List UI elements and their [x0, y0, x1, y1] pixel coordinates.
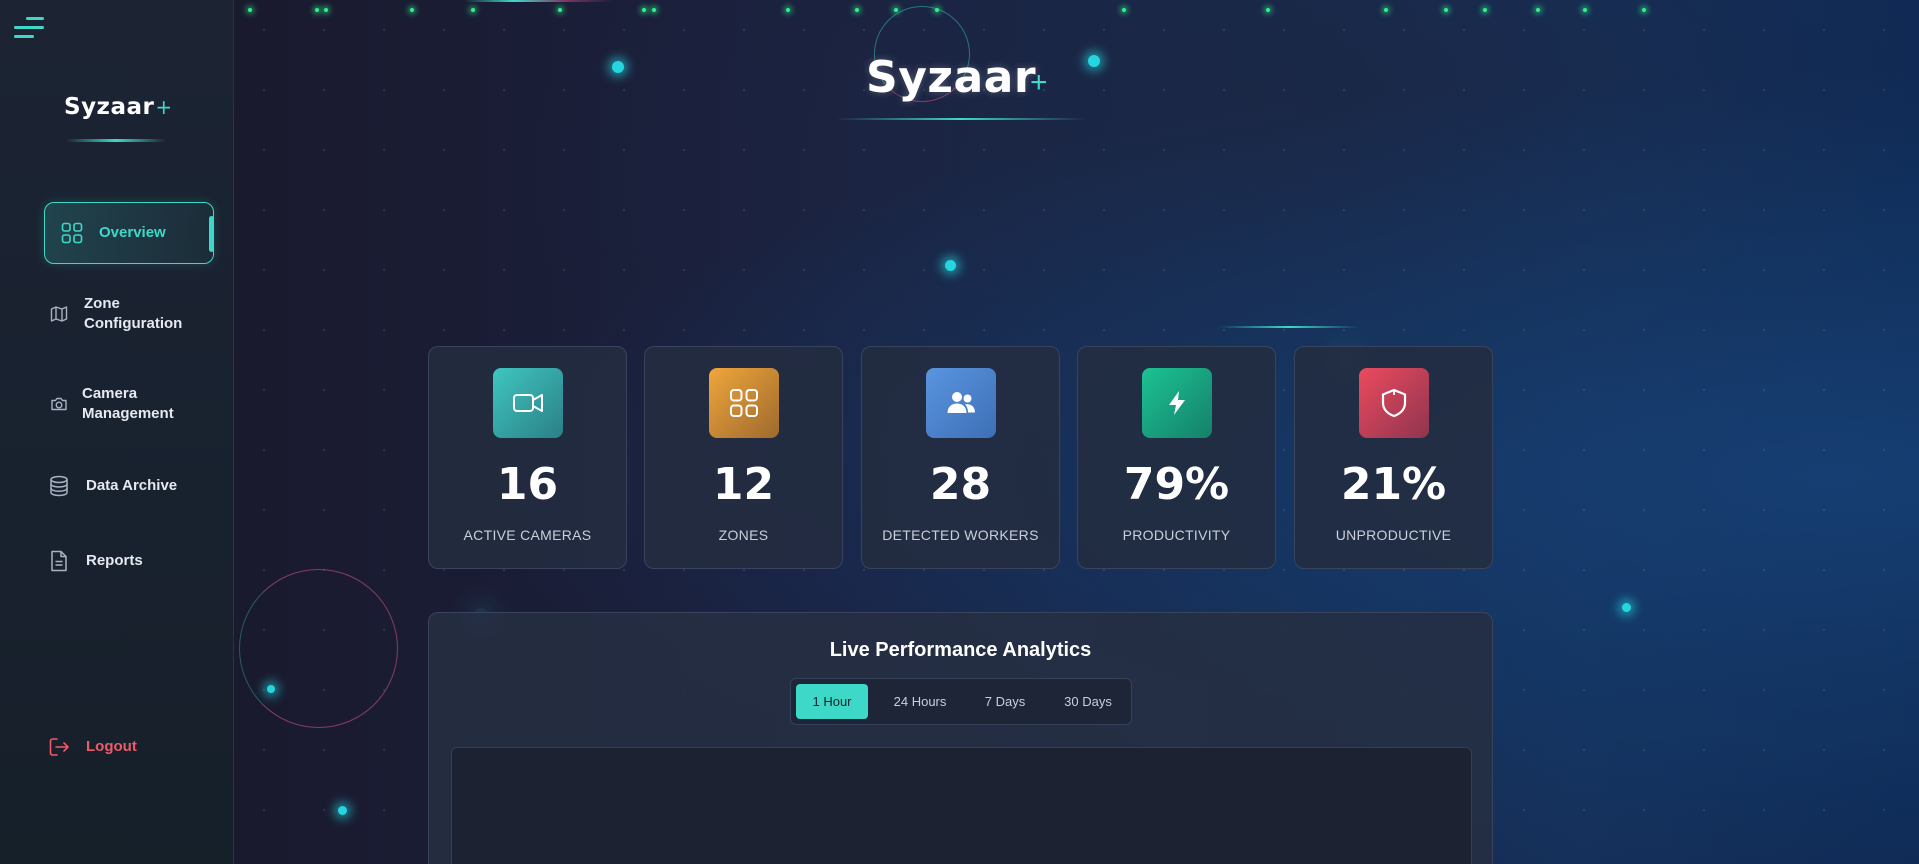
brand-plus-icon: +: [1030, 66, 1048, 99]
stat-value: 21%: [1340, 459, 1447, 510]
logout-button[interactable]: Logout: [48, 736, 218, 758]
decorative-dot: [558, 8, 562, 12]
sidebar-item-label: Zone Configuration: [84, 295, 183, 332]
stat-card-zones: 12 ZONES: [644, 346, 843, 569]
sidebar: Syzaar+ Overview Zone Configuration Came…: [0, 0, 234, 864]
decorative-dot: [1122, 8, 1126, 12]
stat-value: 16: [496, 459, 559, 510]
decorative-streak: [464, 0, 614, 2]
decorative-streak: [1219, 326, 1359, 328]
stat-card-productivity: 79% PRODUCTIVITY: [1077, 346, 1276, 569]
database-icon: [48, 475, 70, 497]
panel-title: Live Performance Analytics: [829, 639, 1092, 661]
decorative-dot: [1536, 8, 1540, 12]
sidebar-logo-text: Syzaar: [64, 94, 155, 120]
decorative-glow-dot: [1622, 603, 1631, 612]
sidebar-logo-underline: [66, 139, 166, 142]
hamburger-menu-icon[interactable]: [14, 16, 44, 40]
active-indicator: [209, 216, 214, 252]
stat-value: 79%: [1123, 459, 1230, 510]
sidebar-logo-plus: +: [155, 95, 173, 119]
logout-label: Logout: [86, 738, 137, 755]
stat-label: PRODUCTIVITY: [1122, 527, 1231, 543]
grid-icon: [709, 368, 779, 438]
camera-icon: [48, 393, 70, 415]
brand-title: Syzaar: [866, 52, 1037, 103]
lightning-icon: [1142, 368, 1212, 438]
tab-7-days[interactable]: 7 Days: [971, 684, 1039, 719]
stat-card-unproductive: 21% UNPRODUCTIVE: [1294, 346, 1493, 569]
tab-1-hour[interactable]: 1 Hour: [796, 684, 868, 719]
decorative-glow-dot: [1088, 55, 1100, 67]
sidebar-item-label: Camera Management: [82, 385, 174, 422]
decorative-dot: [1444, 8, 1448, 12]
decorative-dot: [315, 8, 319, 12]
video-camera-icon: [493, 368, 563, 438]
main-content: Syzaar + 16 ACTIVE CAMERAS 12 ZONES 28 D…: [234, 0, 1919, 864]
decorative-dot: [1583, 8, 1587, 12]
decorative-dot: [786, 8, 790, 12]
sidebar-item-label: Reports: [86, 552, 143, 569]
decorative-ring: [239, 569, 398, 728]
stat-label: ZONES: [718, 527, 769, 543]
stat-label: DETECTED WORKERS: [882, 527, 1039, 543]
sidebar-item-label: Data Archive: [86, 477, 178, 494]
sidebar-item-zone-configuration[interactable]: Zone Configuration: [48, 294, 188, 334]
stat-card-active-cameras: 16 ACTIVE CAMERAS: [428, 346, 627, 569]
map-icon: [48, 303, 70, 325]
tab-30-days[interactable]: 30 Days: [1051, 684, 1125, 719]
decorative-dot: [642, 8, 646, 12]
stat-value: 12: [712, 459, 775, 510]
live-analytics-panel: Live Performance Analytics 1 Hour 24 Hou…: [428, 612, 1493, 864]
sidebar-item-overview[interactable]: Overview: [44, 202, 214, 264]
decorative-glow-dot: [612, 61, 624, 73]
logout-icon: [48, 736, 70, 758]
decorative-glow-dot: [945, 260, 956, 271]
sidebar-item-reports[interactable]: Reports: [48, 550, 218, 572]
sidebar-item-data-archive[interactable]: Data Archive: [48, 475, 218, 497]
decorative-dot: [410, 8, 414, 12]
sidebar-logo: Syzaar+: [64, 94, 173, 120]
shield-icon: [1359, 368, 1429, 438]
decorative-dot: [1266, 8, 1270, 12]
brand-underline: [836, 118, 1086, 120]
grid-icon: [61, 222, 83, 244]
decorative-dot: [1483, 8, 1487, 12]
decorative-dot: [324, 8, 328, 12]
stat-label: ACTIVE CAMERAS: [463, 527, 592, 543]
decorative-dot: [1642, 8, 1646, 12]
users-icon: [926, 368, 996, 438]
stat-value: 28: [929, 459, 992, 510]
stat-label: UNPRODUCTIVE: [1335, 527, 1452, 543]
decorative-dot: [248, 8, 252, 12]
sidebar-item-label: Overview: [99, 224, 166, 241]
decorative-dot: [471, 8, 475, 12]
decorative-dot: [1384, 8, 1388, 12]
decorative-dot: [855, 8, 859, 12]
chart-area: [451, 747, 1472, 864]
decorative-glow-dot: [338, 806, 347, 815]
sidebar-item-camera-management[interactable]: Camera Management: [48, 384, 188, 424]
document-icon: [48, 550, 70, 572]
time-range-tabs: 1 Hour 24 Hours 7 Days 30 Days: [790, 678, 1132, 725]
stat-card-detected-workers: 28 DETECTED WORKERS: [861, 346, 1060, 569]
tab-24-hours[interactable]: 24 Hours: [881, 684, 959, 719]
decorative-dot: [652, 8, 656, 12]
